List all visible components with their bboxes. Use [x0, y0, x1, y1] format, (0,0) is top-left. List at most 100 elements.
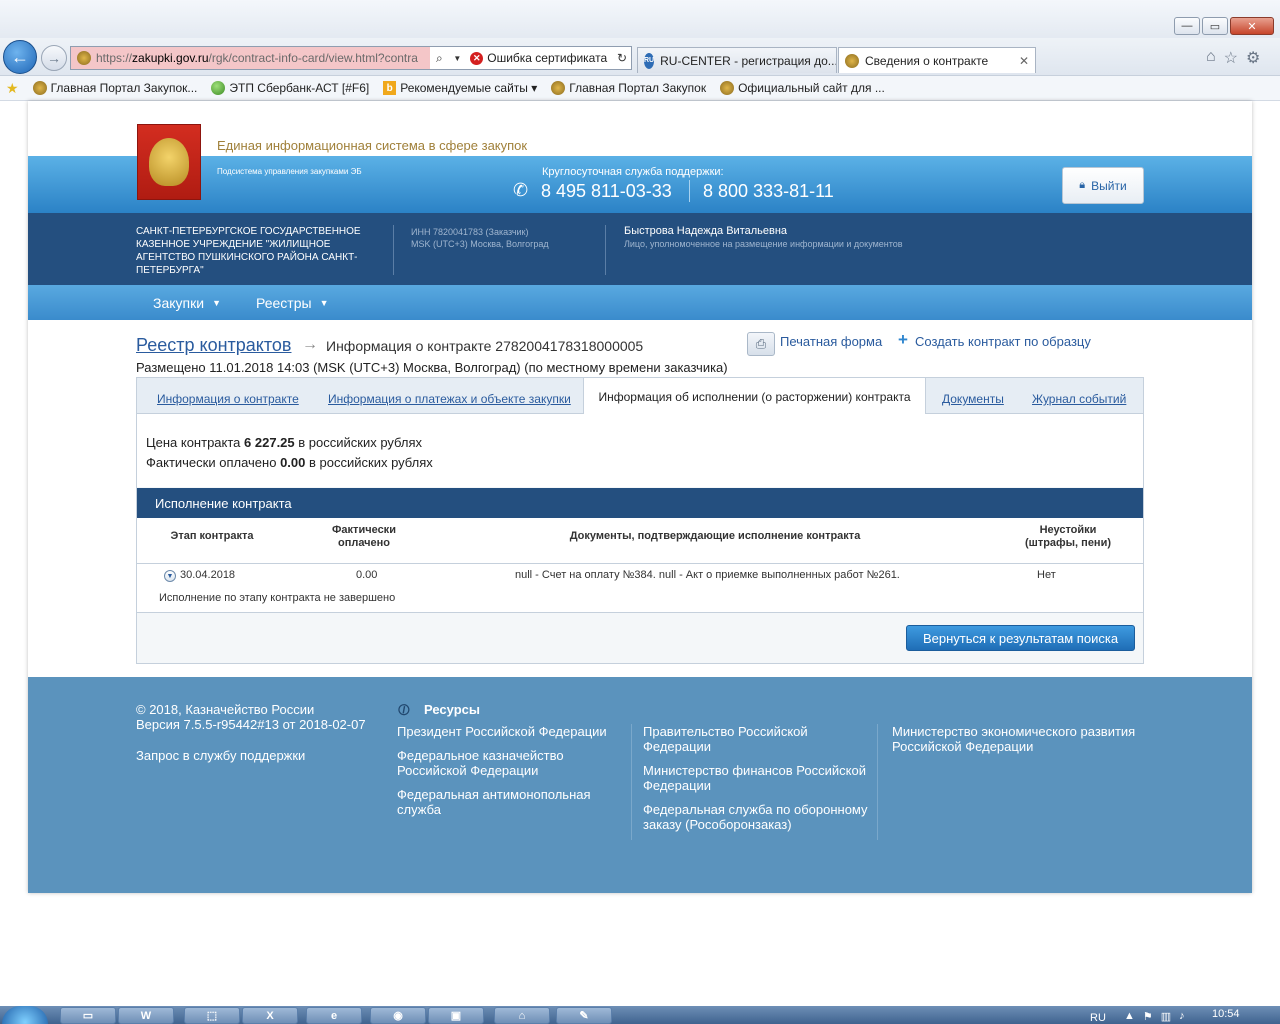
- price-currency: в российских рублях: [298, 435, 423, 450]
- footer-link-economy-ministry[interactable]: Министерство экономического развития Рос…: [892, 724, 1142, 754]
- minimize-button[interactable]: —: [1174, 17, 1200, 35]
- home-icon[interactable]: ⌂: [1206, 48, 1216, 68]
- chrome-icon[interactable]: ◉: [370, 1007, 426, 1024]
- language-indicator[interactable]: RU: [1090, 1012, 1106, 1024]
- favorite-link[interactable]: ЭТП Сбербанк-АСТ [#F6]: [211, 81, 369, 95]
- network-icon[interactable]: ▥: [1161, 1010, 1171, 1023]
- create-contract-link[interactable]: Создать контракт по образцу: [915, 334, 1091, 349]
- column-header-penalties: Неустойки (штрафы, пени): [1010, 524, 1126, 550]
- dropdown-icon[interactable]: ▼: [448, 54, 466, 63]
- posted-date: Размещено 11.01.2018 14:03 (MSK (UTC+3) …: [136, 360, 728, 375]
- url-field[interactable]: https://zakupki.gov.ru/rgk/contract-info…: [71, 47, 431, 69]
- tab-label: Сведения о контракте: [865, 53, 989, 68]
- favorite-link[interactable]: Главная Портал Закупок...: [32, 81, 197, 95]
- favorite-label: Официальный сайт для ...: [738, 81, 885, 95]
- tab-event-journal[interactable]: Журнал событий: [1032, 392, 1126, 406]
- printer-icon[interactable]: ⎙: [747, 332, 775, 356]
- close-window-button[interactable]: ✕: [1230, 17, 1274, 35]
- chevron-down-icon: ▼: [319, 298, 329, 308]
- divider: [605, 225, 606, 275]
- divider: [137, 563, 1143, 564]
- favorite-label: ЭТП Сбербанк-АСТ [#F6]: [229, 81, 370, 95]
- header-line: Фактически: [332, 524, 396, 536]
- header-line: Неустойки: [1039, 524, 1097, 536]
- footer-link-government[interactable]: Правительство Российской Федерации: [643, 724, 868, 754]
- address-bar[interactable]: https://zakupki.gov.ru/rgk/contract-info…: [70, 46, 632, 70]
- favorite-label: Рекомендуемые сайты ▾: [400, 81, 538, 95]
- favorites-add-icon[interactable]: ★: [6, 80, 19, 97]
- url-path: /rgk/contract-info-card/view.html?contra: [208, 51, 418, 65]
- folder-icon[interactable]: ▭: [60, 1007, 116, 1024]
- coat-of-arms-logo[interactable]: [137, 124, 201, 200]
- volume-icon[interactable]: ♪: [1179, 1010, 1185, 1023]
- refresh-icon[interactable]: ↻: [613, 51, 631, 65]
- breadcrumb-registry-link[interactable]: Реестр контрактов: [136, 335, 291, 356]
- paid-currency: в российских рублях: [309, 455, 433, 470]
- paint-icon[interactable]: ✎: [556, 1007, 612, 1024]
- price-label: Цена контракта: [146, 435, 241, 450]
- tab-execution[interactable]: Информация об исполнении (о расторжении)…: [583, 377, 926, 415]
- plus-icon[interactable]: +: [898, 330, 908, 350]
- forward-button[interactable]: →: [41, 45, 67, 71]
- search-icon[interactable]: ⌕: [430, 51, 448, 66]
- word-icon[interactable]: W: [118, 1007, 174, 1024]
- back-button[interactable]: ←: [3, 40, 37, 74]
- sberbank-icon: [211, 81, 226, 95]
- expand-row-icon[interactable]: ▼: [164, 570, 176, 582]
- timezone-text: MSK (UTC+3) Москва, Волгоград: [411, 239, 549, 249]
- certificate-error[interactable]: ✕ Ошибка сертификата: [466, 51, 607, 65]
- page-title: Информация о контракте 27820041783180000…: [326, 338, 644, 354]
- divider: [137, 612, 1143, 613]
- tab-contract-info[interactable]: Информация о контракте: [157, 392, 299, 406]
- recycle-icon[interactable]: ⌂: [494, 1007, 550, 1024]
- tab-ru-center[interactable]: RU RU-CENTER - регистрация до...: [637, 47, 837, 73]
- stage-penalties: Нет: [1037, 569, 1056, 581]
- image-viewer-icon[interactable]: ▣: [428, 1007, 484, 1024]
- footer-link-president[interactable]: Президент Российской Федерации: [397, 724, 617, 739]
- menu-purchases[interactable]: Закупки ▼: [153, 295, 221, 311]
- footer-link-antimonopoly[interactable]: Федеральная антимонопольная служба: [397, 787, 617, 817]
- site-header-top: [28, 101, 1252, 156]
- execution-section-header: Исполнение контракта: [137, 488, 1143, 518]
- footer-link-treasury[interactable]: Федеральное казначейство Российской Феде…: [397, 748, 617, 778]
- settings-gear-icon[interactable]: ⚙: [1246, 48, 1260, 68]
- maximize-button[interactable]: ▭: [1202, 17, 1228, 35]
- favorites-star-icon[interactable]: ☆: [1224, 48, 1238, 68]
- support-phone-1: 8 495 811-03-33: [541, 181, 672, 201]
- favorite-link[interactable]: Официальный сайт для ...: [720, 81, 885, 95]
- paid-value: 0.00: [280, 455, 306, 470]
- site-favicon-icon: [845, 53, 859, 68]
- url-host: zakupki.gov.ru: [132, 51, 209, 65]
- emblem-icon: [720, 81, 735, 95]
- subsystem-label: Подсистема управления закупками ЭБ: [217, 167, 362, 176]
- tray-arrow-icon[interactable]: ▲: [1124, 1010, 1135, 1023]
- support-request-link[interactable]: Запрос в службу поддержки: [136, 748, 305, 763]
- tab-payments[interactable]: Информация о платежах и объекте закупки: [328, 392, 571, 406]
- remote-app-icon[interactable]: ⬚: [184, 1007, 240, 1024]
- excel-icon[interactable]: X: [242, 1007, 298, 1024]
- footer-link-minfin[interactable]: Министерство финансов Российской Федерац…: [643, 763, 868, 793]
- divider: [393, 225, 394, 275]
- lock-icon: 🔒︎: [1079, 179, 1086, 191]
- print-form-link[interactable]: Печатная форма: [780, 334, 882, 349]
- logout-button[interactable]: 🔒︎ Выйти: [1062, 167, 1144, 204]
- favorite-link[interactable]: b Рекомендуемые сайты ▾: [383, 81, 537, 95]
- certificate-error-label: Ошибка сертификата: [487, 51, 608, 65]
- return-to-results-button[interactable]: Вернуться к результатам поиска: [906, 625, 1135, 651]
- flag-icon[interactable]: ⚑: [1143, 1010, 1153, 1023]
- organization-inn: ИНН 7820041783 (Заказчик) MSK (UTC+3) Мо…: [411, 226, 549, 250]
- footer-link-rosoboronzakaz[interactable]: Федеральная служба по оборонному заказу …: [643, 802, 868, 832]
- tab-contract-info[interactable]: Сведения о контракте ✕: [838, 47, 1036, 73]
- inn-text: ИНН 7820041783 (Заказчик): [411, 227, 529, 237]
- menu-registries[interactable]: Реестры ▼: [256, 295, 328, 311]
- window-controls: — ▭ ✕: [1174, 17, 1274, 35]
- emblem-icon: [32, 81, 47, 95]
- divider: [877, 724, 878, 840]
- paid-amount: Фактически оплачено 0.00 в российских ру…: [146, 455, 433, 470]
- favorite-link[interactable]: Главная Портал Закупок: [551, 81, 706, 95]
- tab-documents[interactable]: Документы: [942, 392, 1004, 406]
- close-tab-icon[interactable]: ✕: [1019, 54, 1029, 68]
- support-label: Круглосуточная служба поддержки:: [542, 166, 724, 178]
- internet-explorer-icon[interactable]: e: [306, 1007, 362, 1024]
- clock[interactable]: 10:54: [1212, 1008, 1240, 1020]
